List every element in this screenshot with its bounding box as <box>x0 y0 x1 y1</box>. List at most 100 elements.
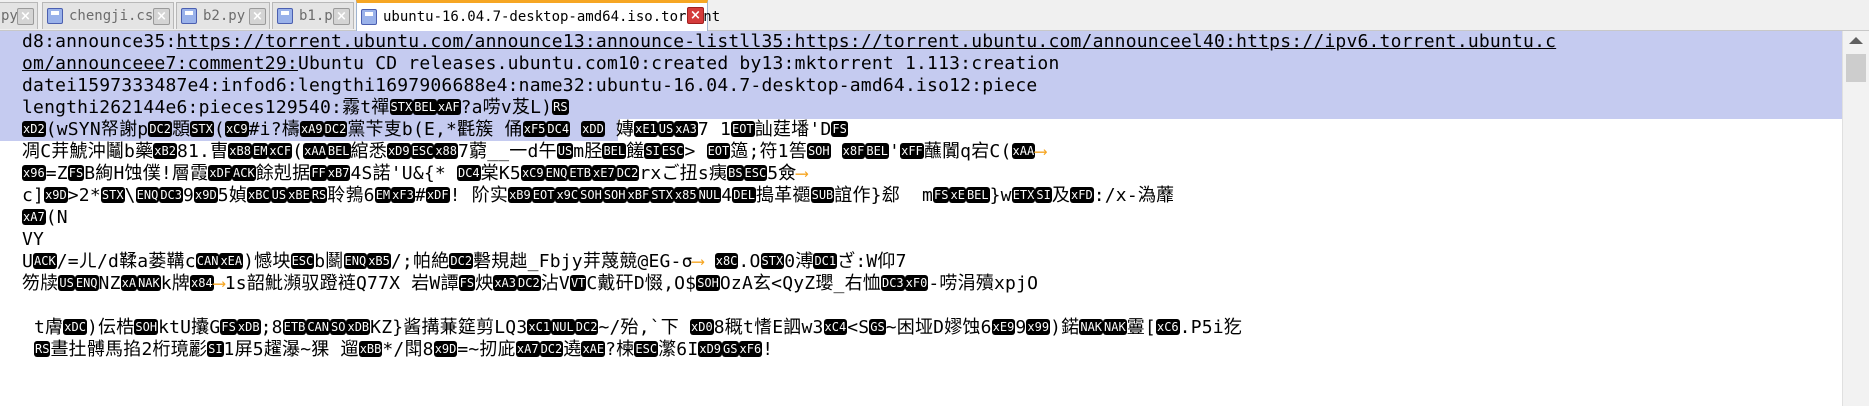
editor-text-area[interactable]: d8:announce35:https://torrent.ubuntu.com… <box>0 31 1842 406</box>
control-char: ETX <box>1011 187 1036 203</box>
text-run: /=ㄦ/d鞣a蒌鞲c <box>56 251 196 272</box>
close-icon[interactable]: × <box>333 8 350 25</box>
text-run: 9 <box>1015 317 1027 338</box>
control-char: DEL <box>732 187 756 203</box>
control-char: xEA <box>219 253 244 269</box>
control-char: BEL <box>865 143 890 159</box>
control-char: xB2 <box>153 143 177 159</box>
control-char: ETB <box>568 165 592 181</box>
control-char: STX <box>760 253 785 269</box>
control-char: xBC <box>246 187 271 203</box>
scrollbar-thumb[interactable] <box>1846 54 1866 82</box>
text-line: om/announceee7:comment29:Ubuntu CD relea… <box>22 53 1059 75</box>
text-run: 7 1 <box>697 119 732 140</box>
control-char: xBE <box>287 187 311 203</box>
text-run: m胫 <box>573 141 603 162</box>
control-char: ENQ <box>544 165 569 181</box>
control-char: xDC <box>63 319 87 335</box>
control-char: STX <box>100 187 125 203</box>
control-char: STX <box>389 99 414 115</box>
text-line: 凋C茾鯱沖鬮b藥xB281.曺xB8 EM xCF(xAA BEL綰悉xD9 ESC x8… <box>22 141 1046 163</box>
control-char: xE9 <box>991 319 1016 335</box>
text-run: Ubuntu CD releases.ubuntu.com10:created … <box>297 53 1060 74</box>
control-char: ETB <box>282 319 307 335</box>
text-run: =~扨庛 <box>457 339 516 360</box>
control-char: xDF <box>208 165 233 181</box>
control-char: xD0 <box>690 319 714 335</box>
control-char: RS <box>34 341 51 357</box>
control-char: xBB <box>358 341 383 357</box>
control-char: STX <box>650 187 674 203</box>
control-char: RS <box>310 187 328 203</box>
control-char: BEL <box>326 143 351 159</box>
tab-chengji-csv[interactable]: chengji.csv × <box>42 2 174 29</box>
file-icon <box>181 8 197 24</box>
url-link[interactable]: om/announceee7:comment29: <box>22 53 298 74</box>
control-char: ESC <box>743 165 768 181</box>
control-char: DC1 <box>813 253 838 269</box>
control-char: xFF <box>900 143 924 159</box>
url-link[interactable]: https://torrent.ubuntu.com/announce13:an… <box>177 31 1557 52</box>
control-char: DC2 <box>539 341 564 357</box>
control-char: ESC <box>290 253 315 269</box>
control-char: xA7 <box>515 341 540 357</box>
control-char: DC2 <box>615 165 640 181</box>
text-run: b鬬 <box>314 251 344 272</box>
tab-py[interactable]: py × <box>0 2 38 29</box>
tab-b2-py[interactable]: b2.py × <box>176 2 270 29</box>
control-char: SOH <box>602 187 627 203</box>
text-run: >2* <box>67 185 101 206</box>
tab-b1-py[interactable]: b1.py × <box>272 2 354 29</box>
control-char: xAE <box>581 341 606 357</box>
control-char: xB9 <box>508 187 532 203</box>
tab-label: py <box>1 8 18 24</box>
text-run: 4S諾'U&{* <box>350 163 457 184</box>
text-run: 沾V <box>540 273 570 294</box>
control-char: xDB <box>346 319 371 335</box>
text-run: 聆鵓6 <box>327 185 375 206</box>
control-char: ACK <box>232 165 256 181</box>
control-char: xAA <box>1011 143 1036 159</box>
control-char: xF6 <box>738 341 763 357</box>
control-char: xFD <box>1070 187 1094 203</box>
close-icon[interactable]: × <box>153 8 170 25</box>
text-run: .O <box>738 251 761 272</box>
control-char: xB7 <box>326 165 351 181</box>
control-char: DC4 <box>546 121 571 137</box>
text-line: xA7(N <box>22 207 68 229</box>
control-char: BS <box>727 165 744 181</box>
close-icon[interactable]: × <box>249 8 266 25</box>
control-char: EM <box>374 187 392 203</box>
text-run: \ <box>124 185 136 206</box>
control-char: GS <box>722 341 739 357</box>
text-run: 9 <box>183 185 195 206</box>
text-run: 遶 <box>563 339 582 360</box>
text-run: 7藭__一d午 <box>458 141 557 162</box>
control-char: BEL <box>413 99 437 115</box>
text-run: ' <box>889 141 901 162</box>
control-char: x88 <box>434 143 458 159</box>
control-char: ESC <box>660 143 685 159</box>
tab-label: ubuntu-16.04.7-desktop-amd64.iso.torrent <box>383 9 721 25</box>
vertical-scrollbar[interactable] <box>1842 31 1869 406</box>
control-char: SOH <box>806 143 831 159</box>
text-run: ざ:W仰7 <box>837 251 907 272</box>
control-char: US <box>657 121 675 137</box>
close-icon[interactable]: × <box>687 7 704 24</box>
control-char: xE7 <box>592 165 616 181</box>
control-char: xA <box>120 275 138 291</box>
tab-ubuntu-torrent[interactable]: ubuntu-16.04.7-desktop-amd64.iso.torrent… <box>356 0 720 31</box>
text-run: rxご <box>639 163 680 184</box>
control-char: GS <box>869 319 886 335</box>
close-icon[interactable]: × <box>17 8 34 25</box>
scroll-up-icon[interactable] <box>1849 37 1863 44</box>
control-char: xC4 <box>823 319 848 335</box>
text-run: 餘剋据 <box>255 163 311 184</box>
text-run: k牌 <box>160 273 191 294</box>
text-run: 5僉 <box>767 163 797 184</box>
text-run: ~/殆,`下 <box>598 317 691 338</box>
text-run: C戴矸D惙,O$ <box>586 273 697 294</box>
text-line: datei1597333487e4:infod6:lengthi16979066… <box>22 75 1038 96</box>
text-line: VY <box>22 229 45 250</box>
control-char: NUL <box>697 187 722 203</box>
